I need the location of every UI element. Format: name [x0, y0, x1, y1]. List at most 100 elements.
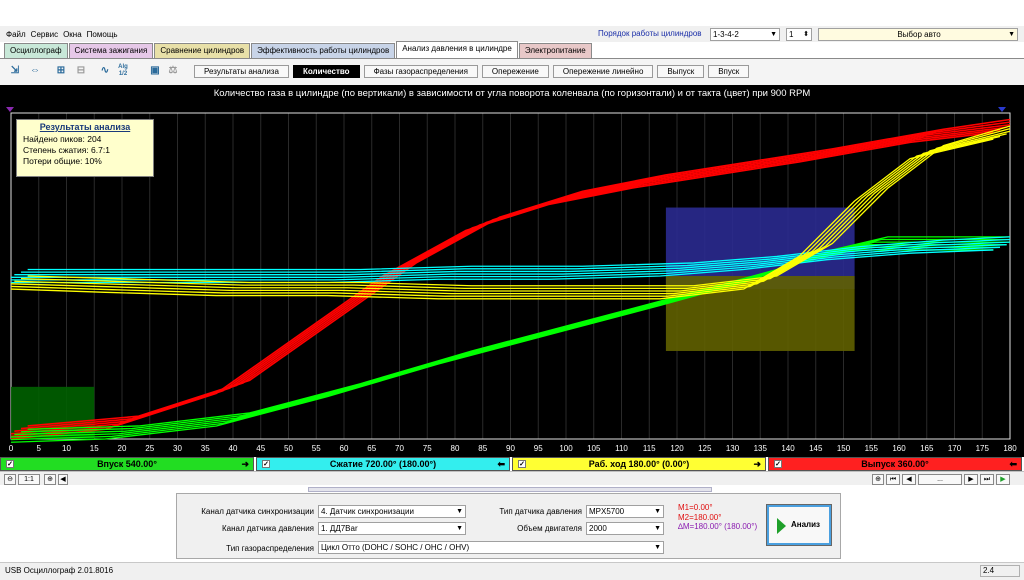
analyze-button-label: Анализ — [791, 520, 821, 529]
x-tick-label: 120 — [670, 444, 684, 453]
pressure-channel-select[interactable]: 1. ДД7Bar ▼ — [318, 522, 466, 535]
x-tick-label: 30 — [173, 444, 182, 453]
chevron-down-icon: ▼ — [456, 525, 463, 532]
x-tick-label: 130 — [726, 444, 740, 453]
scale-icon[interactable]: ⚖ — [166, 64, 180, 78]
arrow-left-icon[interactable]: ⬅ — [1009, 458, 1017, 470]
chart-title: Количество газа в цилиндре (по вертикали… — [213, 88, 811, 99]
panel-splitter[interactable] — [308, 487, 712, 492]
tab-1[interactable]: Система зажигания — [68, 43, 154, 58]
subtab-2[interactable]: Фазы газораспределения — [363, 65, 478, 78]
zoom-out-icon[interactable]: ⊖ — [4, 474, 16, 485]
car-select[interactable]: Выбор авто ▼ — [818, 28, 1018, 41]
arrow-left-icon[interactable]: ⬅ — [497, 458, 505, 470]
play-icon[interactable]: ▶ — [996, 474, 1010, 485]
sync-channel-select[interactable]: 4. Датчик синхронизации ▼ — [318, 505, 466, 518]
stroke-2[interactable]: ✓ Раб. ход 180.00° (0.00°) ➜ — [512, 457, 766, 471]
scroll-left-icon[interactable]: ◀ — [58, 474, 68, 485]
tab-0[interactable]: Осциллограф — [4, 43, 68, 58]
first-page-icon[interactable]: ⏮ — [886, 474, 900, 485]
cylinder-order-select[interactable]: 1-3-4-2 ▼ — [710, 28, 780, 41]
zoom-in-right-icon[interactable]: ⊕ — [872, 474, 884, 485]
x-tick-label: 80 — [451, 444, 460, 453]
results-peaks: Найдено пиков: 204 — [23, 134, 102, 144]
stroke-checkbox[interactable]: ✓ — [262, 460, 270, 468]
series-0-line — [20, 121, 1011, 430]
autoscale-icon[interactable]: ⊟ — [74, 64, 88, 78]
results-compression: Степень сжатия: 6.7:1 — [23, 145, 110, 155]
x-tick-label: 90 — [506, 444, 515, 453]
subtab-0[interactable]: Результаты анализа — [194, 65, 289, 78]
x-tick-label: 170 — [948, 444, 962, 453]
spinner-arrows-icon: ⬍ — [803, 31, 809, 38]
timing-type-label: Тип газораспределения — [226, 544, 314, 553]
menu-item-service[interactable]: Сервис — [31, 30, 58, 39]
subtab-1[interactable]: Количество — [292, 65, 360, 78]
x-tick-label: 175 — [976, 444, 990, 453]
tab-4[interactable]: Анализ давления в цилиндре — [396, 41, 518, 58]
pressure-sensor-type-select[interactable]: MPX5700 ▼ — [586, 505, 664, 518]
next-page-icon[interactable]: ▶ — [964, 474, 978, 485]
x-tick-label: 50 — [284, 444, 293, 453]
fit-icon[interactable]: ⇲ — [8, 64, 22, 78]
menu-item-help[interactable]: Помощь — [87, 30, 118, 39]
stroke-checkbox[interactable]: ✓ — [774, 460, 782, 468]
last-page-icon[interactable]: ⏭ — [980, 474, 994, 485]
pressure-channel-value: 1. ДД7Bar — [321, 524, 358, 533]
timing-type-select[interactable]: Цикл Отто (DOHC / SOHC / OHC / OHV) ▼ — [318, 541, 664, 554]
cursor-icon[interactable]: ⊞ — [54, 64, 68, 78]
stroke-bar: ✓ Впуск 540.00° ➜ ✓ Сжатие 720.00° (180.00°)… — [0, 457, 1024, 471]
marker-readout: M1=0.00° M2=180.00° ∆M=180.00° (180.00°) — [678, 503, 757, 532]
subtab-3[interactable]: Опережение — [481, 65, 549, 78]
window-top-band — [0, 0, 1024, 26]
stroke-3[interactable]: ✓ Выпуск 360.00° ⬅ — [768, 457, 1022, 471]
zoom-icon[interactable]: ⇔ — [28, 64, 42, 78]
stroke-label: Раб. ход 180.00° (0.00°) — [588, 459, 690, 469]
trend-icon[interactable]: ∿ — [98, 64, 112, 78]
stroke-1[interactable]: ✓ Сжатие 720.00° (180.00°) ⬅ — [256, 457, 510, 471]
engine-volume-select[interactable]: 2000 ▼ — [586, 522, 664, 535]
x-tick-label: 0 — [9, 444, 14, 453]
stroke-checkbox[interactable]: ✓ — [6, 460, 14, 468]
subtab-4[interactable]: Опережение линейно — [552, 65, 654, 78]
stroke-0[interactable]: ✓ Впуск 540.00° ➜ — [0, 457, 254, 471]
chevron-down-icon: ▼ — [1008, 31, 1015, 38]
x-tick-label: 20 — [118, 444, 127, 453]
save-icon[interactable]: ▣ — [148, 64, 162, 78]
subtab-5[interactable]: Выпуск — [657, 65, 705, 78]
series-0-line — [27, 118, 1011, 427]
chevron-down-icon: ▼ — [654, 525, 661, 532]
tab-5[interactable]: Электропитание — [518, 43, 592, 58]
zoom-in-icon[interactable]: ⊕ — [44, 474, 56, 485]
pressure-sensor-type-label: Тип датчика давления — [499, 507, 582, 516]
stroke-checkbox[interactable]: ✓ — [518, 460, 526, 468]
marker-m2: M2=180.00° — [678, 512, 722, 522]
tab-2[interactable]: Сравнение цилиндров — [154, 43, 251, 58]
x-tick-label: 45 — [256, 444, 265, 453]
subtab-6[interactable]: Впуск — [708, 65, 750, 78]
x-tick-label: 155 — [865, 444, 879, 453]
car-select-label: Выбор авто — [897, 30, 941, 39]
menu-item-file[interactable]: Файл — [6, 30, 26, 39]
cylinder-number-spinner[interactable]: 1 ⬍ — [786, 28, 812, 41]
tab-3[interactable]: Эффективность работы цилиндров — [251, 43, 396, 58]
pressure-channel-label: Канал датчика давления — [222, 524, 314, 533]
x-tick-label: 110 — [615, 444, 628, 453]
x-tick-label: 125 — [698, 444, 712, 453]
x-tick-label: 140 — [781, 444, 795, 453]
algorithm-icon[interactable]: Alg 1/2 — [116, 64, 130, 78]
menu-item-windows[interactable]: Окна — [63, 30, 82, 39]
x-tick-label: 15 — [90, 444, 99, 453]
arrow-right-icon[interactable]: ➜ — [241, 458, 249, 470]
prev-page-icon[interactable]: ◀ — [902, 474, 916, 485]
analyze-button[interactable]: Анализ — [766, 504, 832, 546]
zoom-ratio[interactable]: 1:1 — [18, 474, 40, 485]
x-tick-label: 25 — [145, 444, 154, 453]
x-tick-label: 150 — [837, 444, 851, 453]
marker-m1-icon — [6, 107, 14, 112]
arrow-right-icon[interactable]: ➜ — [753, 458, 761, 470]
play-icon — [777, 518, 786, 534]
x-tick-label: 165 — [920, 444, 934, 453]
results-box: Результаты анализа Найдено пиков: 204 Ст… — [16, 119, 154, 177]
engine-volume-label: Объем двигателя — [517, 524, 582, 533]
